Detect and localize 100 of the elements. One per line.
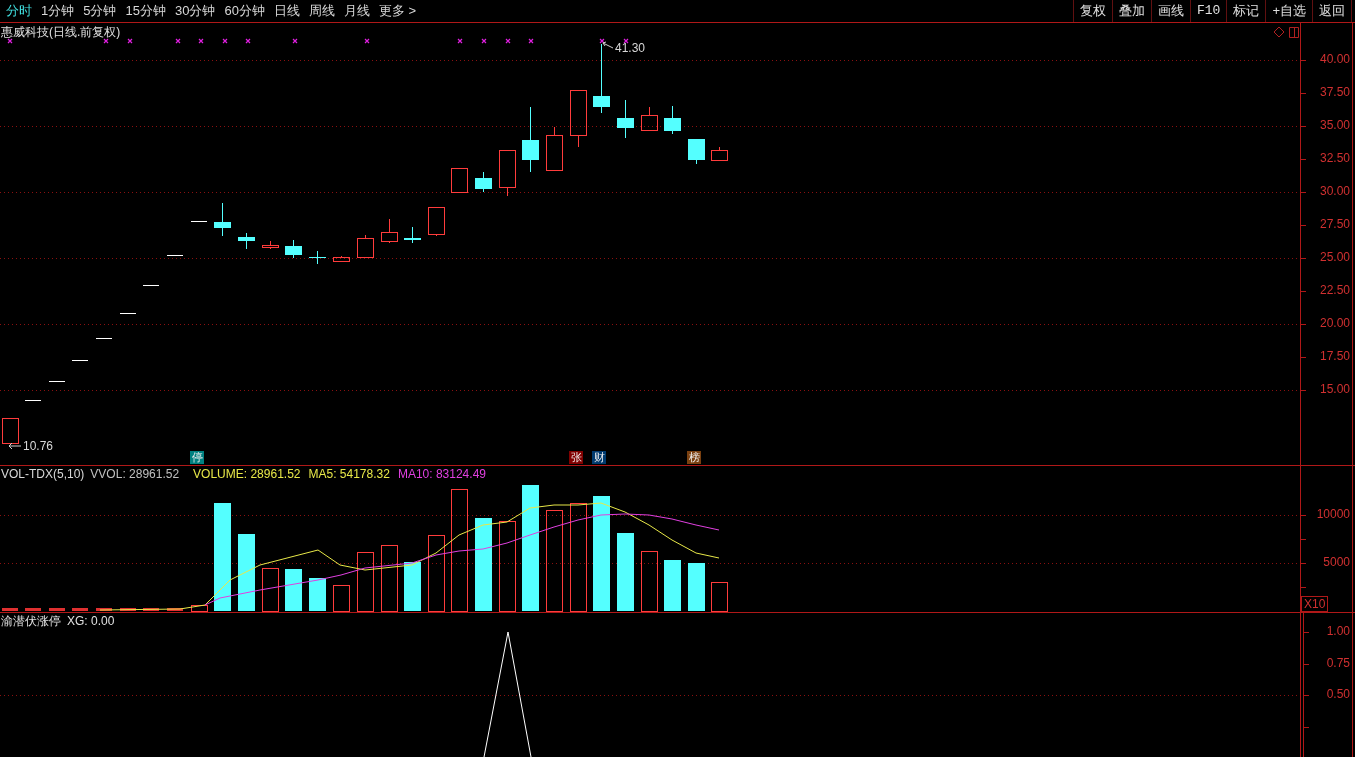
volume-bar: [333, 585, 350, 612]
indicator-name: VOL-TDX(5,10): [1, 467, 85, 481]
axis-label: 25.00: [1319, 250, 1350, 264]
toolbar-button[interactable]: F10: [1190, 0, 1227, 22]
event-tag: 张: [569, 451, 583, 464]
axis-label: 17.50: [1319, 349, 1350, 363]
volume-bar: [309, 578, 326, 611]
period-tab[interactable]: 60分钟: [224, 0, 265, 22]
axis-label: 35.00: [1319, 118, 1350, 132]
axis-label: 15.00: [1319, 382, 1350, 396]
period-tab[interactable]: 更多 >: [378, 0, 417, 22]
volume-bar: [143, 608, 159, 611]
high-pointer-icon: [602, 41, 614, 49]
candle: [664, 105, 681, 135]
indicator-reading: MA10: 83124.49: [397, 467, 486, 481]
signal-mark-icon: [364, 38, 370, 44]
axis-label: 0.50: [1326, 687, 1350, 701]
axis-label: 0.75: [1326, 656, 1350, 670]
high-price-label: 41.30: [615, 41, 646, 55]
volume-bar: [49, 608, 65, 611]
period-tab[interactable]: 30分钟: [174, 0, 216, 22]
event-tag: 停: [190, 451, 204, 464]
candle: [617, 99, 634, 139]
diamond-icon: [1273, 26, 1285, 38]
candle: [357, 234, 374, 259]
signal-mark-icon: [245, 38, 251, 44]
volume-bar: [381, 545, 398, 612]
volume-bar: [285, 569, 302, 611]
candle: [522, 106, 539, 173]
volume-bar: [664, 560, 681, 611]
axis-label: 32.50: [1319, 151, 1350, 165]
axis-label: 22.50: [1319, 283, 1350, 297]
volume-bar: [96, 608, 112, 611]
period-tab[interactable]: 5分钟: [83, 0, 117, 22]
toolbar-button[interactable]: 画线: [1151, 0, 1190, 22]
candle: [214, 202, 231, 237]
indicator-name: 渝潜伏涨停: [1, 614, 61, 628]
axis-label: 37.50: [1319, 85, 1350, 99]
candle: [688, 139, 705, 165]
candle: [285, 239, 302, 259]
volume-bar: [357, 552, 374, 612]
candle: [593, 43, 610, 114]
candle: [2, 418, 19, 444]
volume-bar: [688, 563, 705, 611]
volume-bar: [641, 551, 658, 612]
candle: [428, 207, 445, 237]
signal-mark-icon: [292, 38, 298, 44]
candle: [381, 218, 398, 244]
signal-mark-icon: [198, 38, 204, 44]
axis-label: 40.00: [1319, 52, 1350, 66]
toolbar-button[interactable]: 标记: [1226, 0, 1266, 22]
volume-bar: [2, 608, 18, 611]
axis-label: 10000: [1316, 507, 1350, 521]
volume-bar: [72, 608, 88, 611]
indicator-reading: VOLUME: 28961.52: [193, 467, 301, 481]
toolbar-button[interactable]: 返回: [1312, 0, 1352, 22]
candle: [404, 226, 421, 244]
signal-mark-icon: [7, 38, 13, 44]
candle: [333, 255, 350, 263]
signal-mark-icon: [528, 38, 534, 44]
toolbar-button[interactable]: 叠加: [1112, 0, 1151, 22]
signal-mark-icon: [457, 38, 463, 44]
low-price-label: 10.76: [23, 439, 54, 453]
signal-mark-icon: [103, 38, 109, 44]
toolbar-button[interactable]: 复权: [1073, 0, 1112, 22]
signal-mark-icon: [599, 38, 605, 44]
volume-bar: [191, 605, 208, 612]
period-tab[interactable]: 15分钟: [125, 0, 166, 22]
axis-label: 27.50: [1319, 217, 1350, 231]
candle: [546, 126, 563, 172]
candle: [570, 90, 587, 148]
toolbar-button[interactable]: +自选: [1265, 0, 1312, 22]
candle: [711, 146, 728, 161]
axis-label: 5000: [1323, 555, 1350, 569]
indicator-reading: MA5: 54178.32: [308, 467, 390, 481]
volume-bar: [167, 608, 183, 611]
low-pointer-icon: [8, 442, 22, 450]
axis-label: 1.00: [1326, 624, 1350, 638]
candle: [309, 250, 326, 265]
indicator-reading: XG: 0.00: [67, 614, 115, 628]
volume-bar: [711, 582, 728, 612]
signal-mark-icon: [505, 38, 511, 44]
axis-label: 20.00: [1319, 316, 1350, 330]
event-tag: 榜: [687, 451, 701, 464]
chart-title: 惠威科技(日线.前复权): [1, 25, 121, 39]
candle: [451, 168, 468, 194]
signal-mark-icon: [222, 38, 228, 44]
period-tab[interactable]: 1分钟: [41, 0, 75, 22]
scale-label: X10: [1301, 596, 1329, 612]
candle: [475, 171, 492, 193]
volume-bar: [25, 608, 41, 611]
period-tab[interactable]: 分时: [6, 0, 32, 22]
volume-bar: [120, 608, 136, 611]
period-tab[interactable]: 周线: [308, 0, 335, 22]
signal-mark-icon: [127, 38, 133, 44]
candle: [238, 232, 255, 250]
candle: [641, 106, 658, 131]
period-tab[interactable]: 月线: [343, 0, 370, 22]
period-tab[interactable]: 日线: [273, 0, 300, 22]
candle: [262, 240, 279, 250]
